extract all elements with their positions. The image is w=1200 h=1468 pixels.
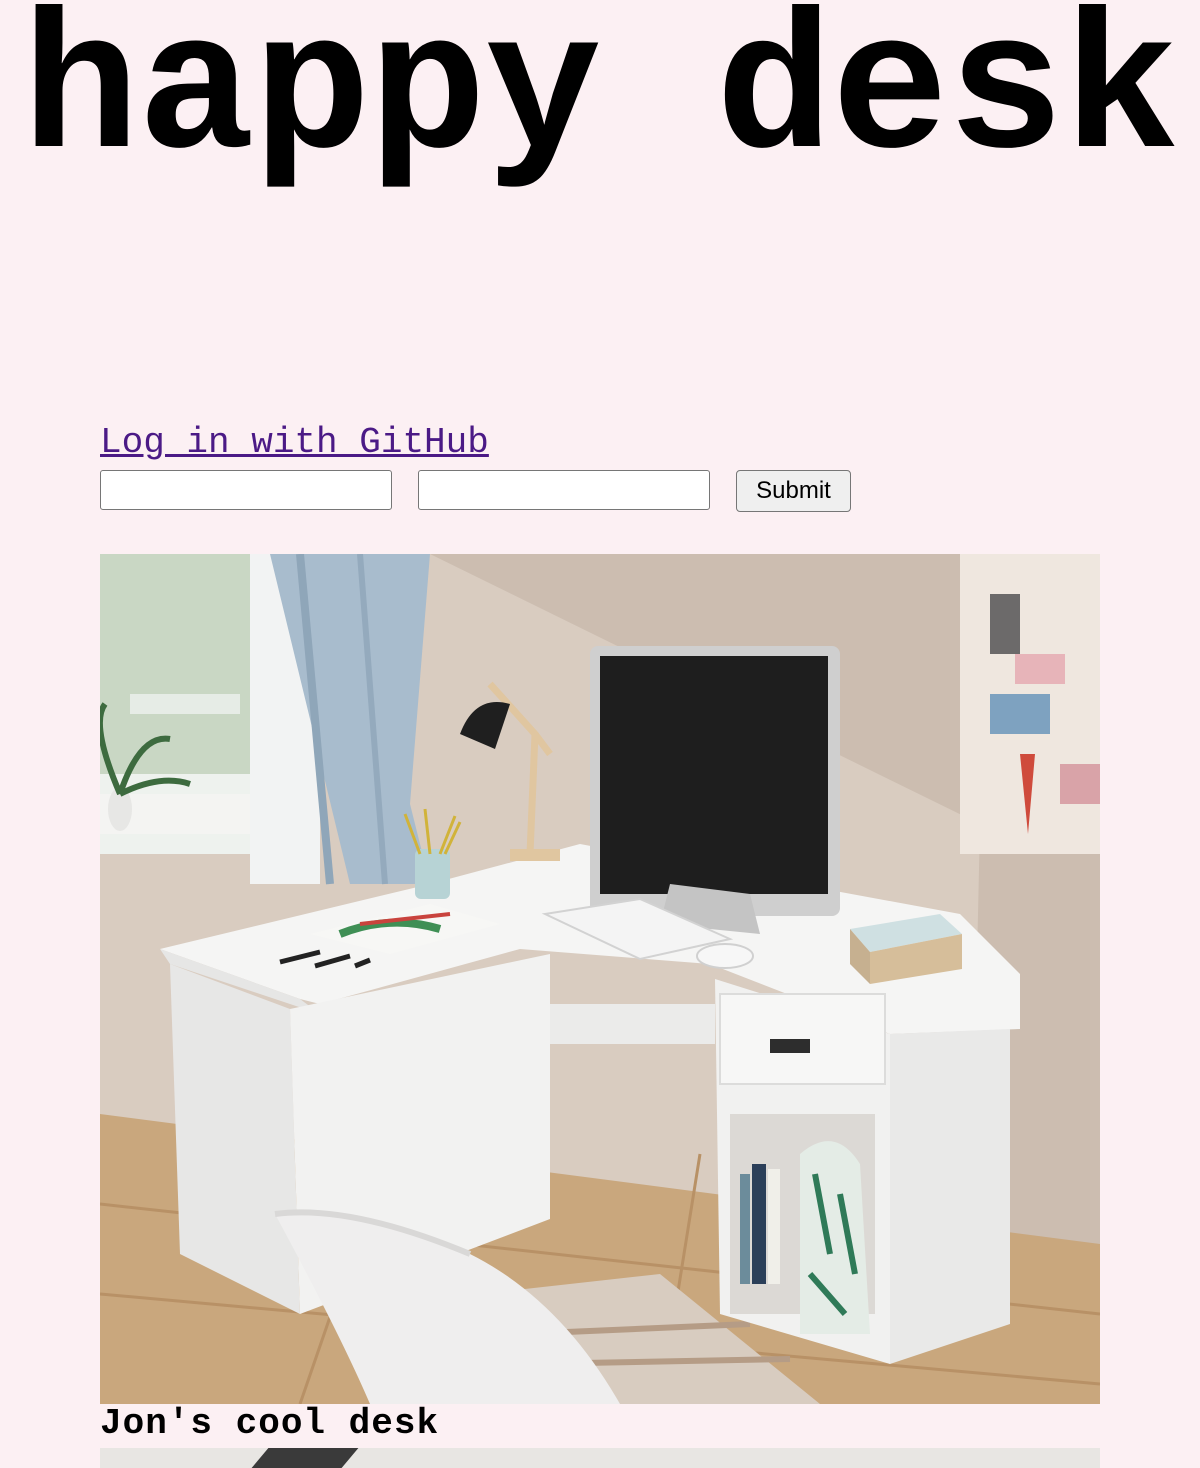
post-caption: Jon's cool desk	[100, 1403, 440, 1444]
site-title: happy desk	[21, 0, 1180, 205]
desk-photo	[100, 554, 1100, 1404]
submit-button[interactable]: Submit	[736, 470, 851, 512]
text-field-one[interactable]	[100, 470, 392, 510]
text-field-two[interactable]	[418, 470, 710, 510]
github-login-link[interactable]: Log in with GitHub	[100, 420, 489, 466]
next-post-photo	[100, 1448, 1100, 1468]
